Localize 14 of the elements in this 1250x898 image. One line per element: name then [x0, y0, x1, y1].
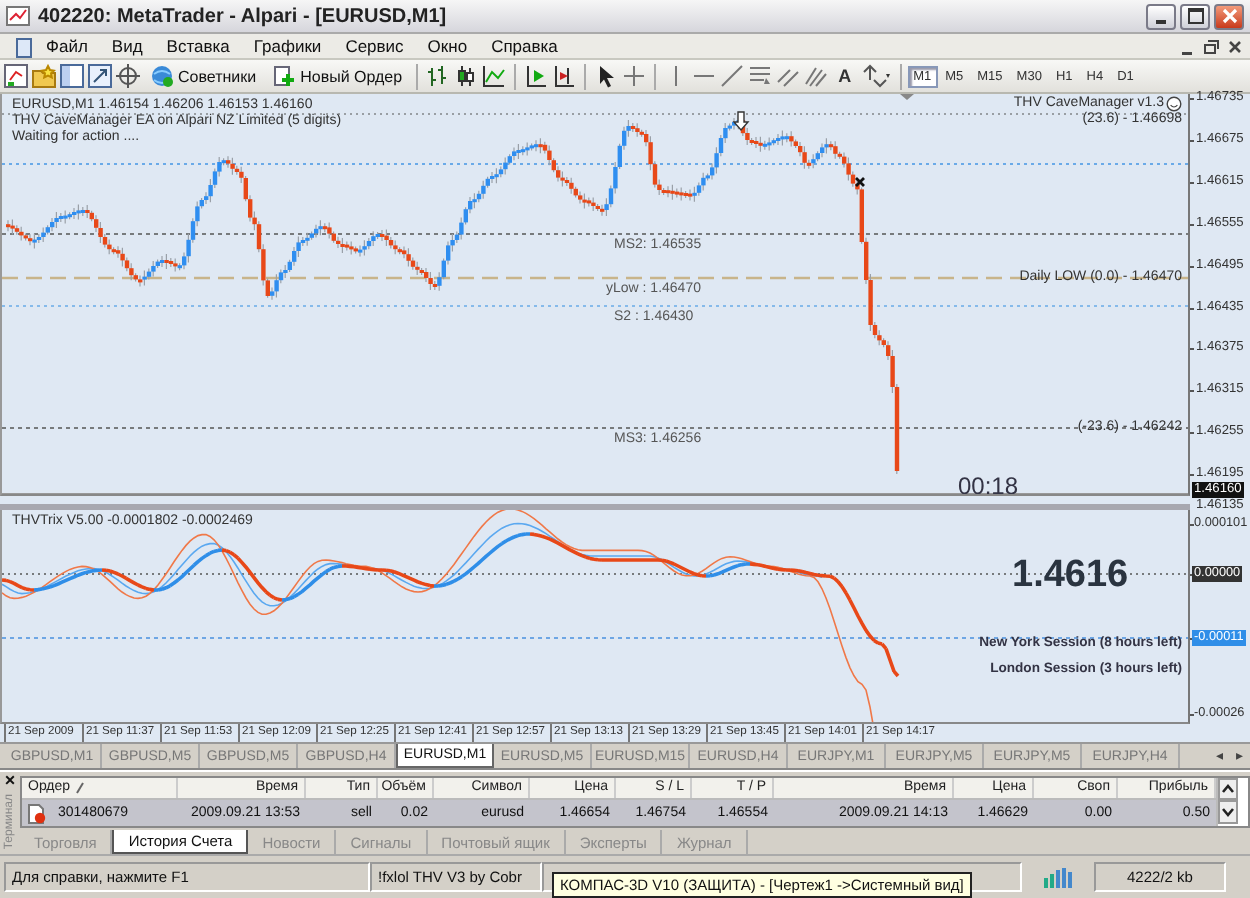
- menu-item[interactable]: Справка: [479, 36, 570, 56]
- new-order-button[interactable]: Новый Ордер: [266, 60, 409, 92]
- menu-item[interactable]: Вставка: [154, 36, 242, 56]
- close-button[interactable]: ×: [4, 772, 16, 790]
- menu-item[interactable]: Окно: [415, 36, 480, 56]
- menu-item[interactable]: Сервис: [333, 36, 416, 56]
- menu-item[interactable]: Файл: [34, 36, 100, 56]
- menu-item[interactable]: Графики: [241, 36, 334, 56]
- text-tool-button[interactable]: A: [832, 66, 858, 86]
- countdown-timer: 00:18: [958, 474, 1019, 494]
- window-title: 402220: MetaTrader - Alpari - [EURUSD,M1]: [38, 5, 449, 27]
- experts-button[interactable]: Советники: [144, 60, 263, 92]
- price-display: 1.4616: [1012, 556, 1129, 596]
- menu-item[interactable]: Вид: [99, 36, 155, 56]
